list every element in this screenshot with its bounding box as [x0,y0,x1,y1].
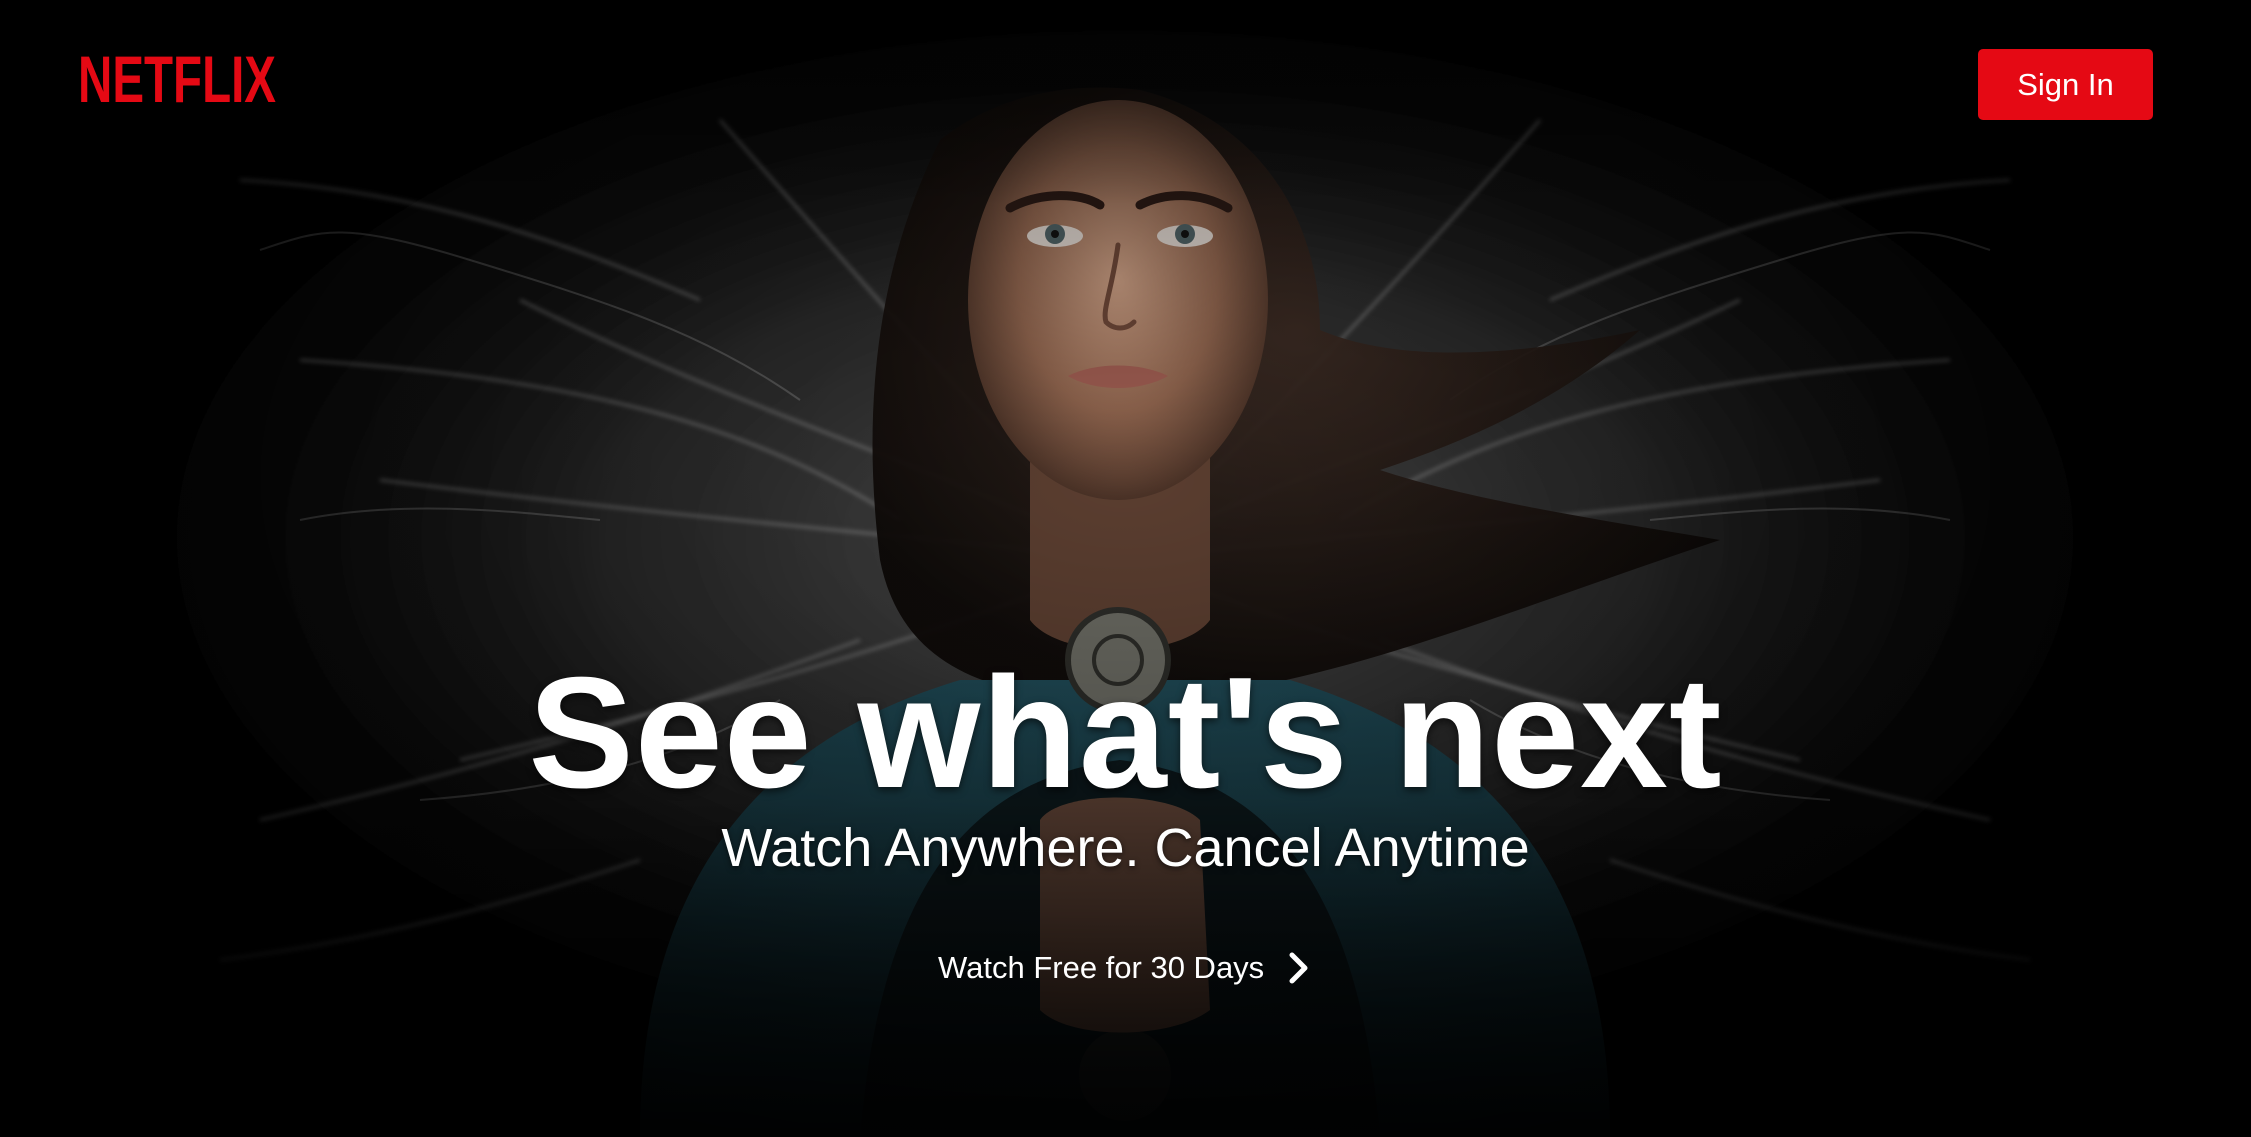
netflix-logo[interactable]: NETFLIX [76,44,278,112]
hero-section: NETFLIX Sign In See what's next Watch An… [0,0,2251,1137]
watch-free-label: Watch Free for 30 Days [938,950,1265,985]
chevron-right-icon [1289,952,1308,984]
logo-text: NETFLIX [78,44,276,112]
hero-subheadline: Watch Anywhere. Cancel Anytime [721,818,1530,878]
watch-free-link[interactable]: Watch Free for 30 Days [930,940,1318,996]
hero-headline: See what's next [528,645,1723,821]
sign-in-button[interactable]: Sign In [1978,49,2153,120]
